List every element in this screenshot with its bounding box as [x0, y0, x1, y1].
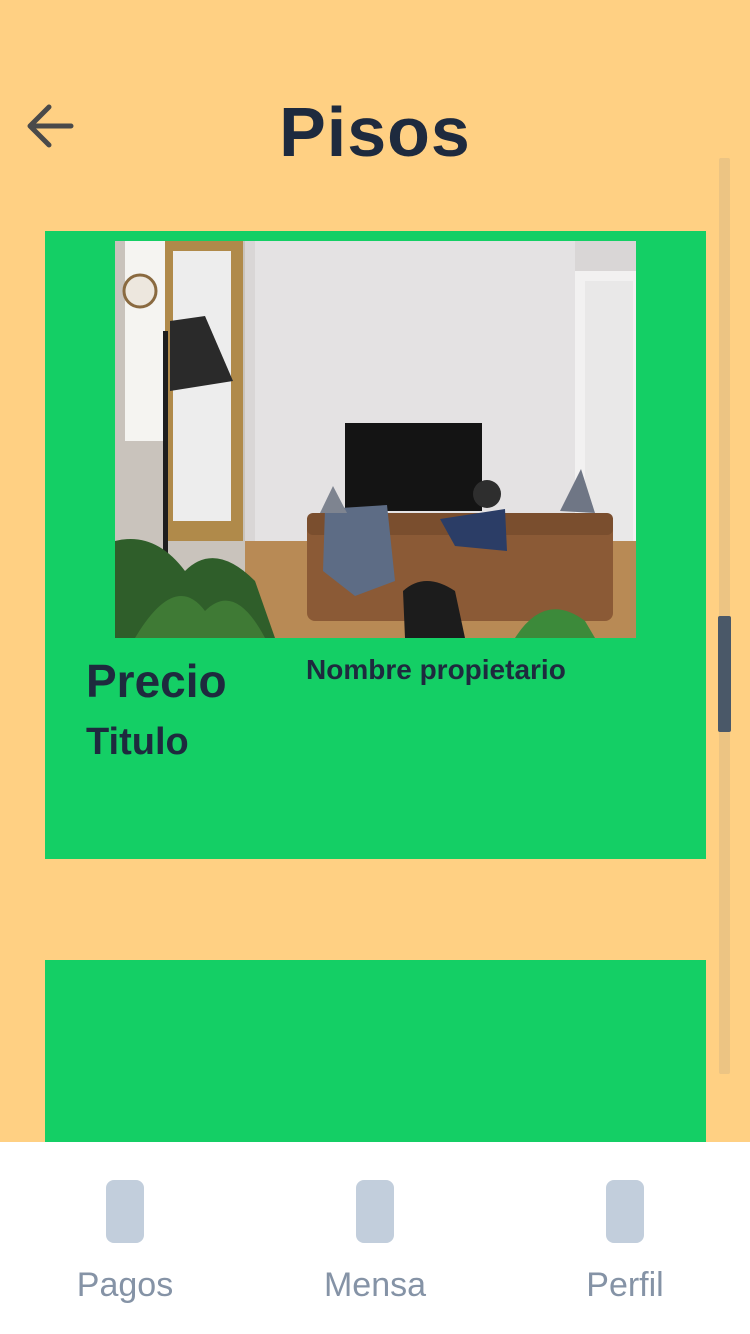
profile-icon	[606, 1180, 644, 1243]
payments-icon	[106, 1180, 144, 1243]
app-header: Pisos	[0, 0, 750, 200]
tab-perfil[interactable]: Perfil	[500, 1142, 750, 1334]
scrollbar-thumb[interactable]	[718, 616, 731, 732]
listing-price: Precio	[86, 655, 227, 707]
listing-photo	[115, 241, 636, 638]
listing-card[interactable]: Precio Titulo Nombre propietario	[45, 231, 706, 859]
tab-label: Mensa	[323, 1266, 427, 1304]
tab-pagos[interactable]: Pagos	[0, 1142, 250, 1334]
listing-owner-name: Nombre propietario	[306, 654, 566, 685]
tab-label: Pagos	[76, 1266, 174, 1304]
bottom-tab-bar: Pagos Mensa Perfil	[0, 1142, 750, 1334]
listing-title: Titulo	[86, 721, 189, 763]
tab-label: Perfil	[586, 1266, 664, 1304]
tab-mensa[interactable]: Mensa	[250, 1142, 500, 1334]
page-title: Pisos	[279, 93, 471, 171]
messages-icon	[356, 1180, 394, 1243]
listing-card[interactable]	[45, 960, 706, 1142]
